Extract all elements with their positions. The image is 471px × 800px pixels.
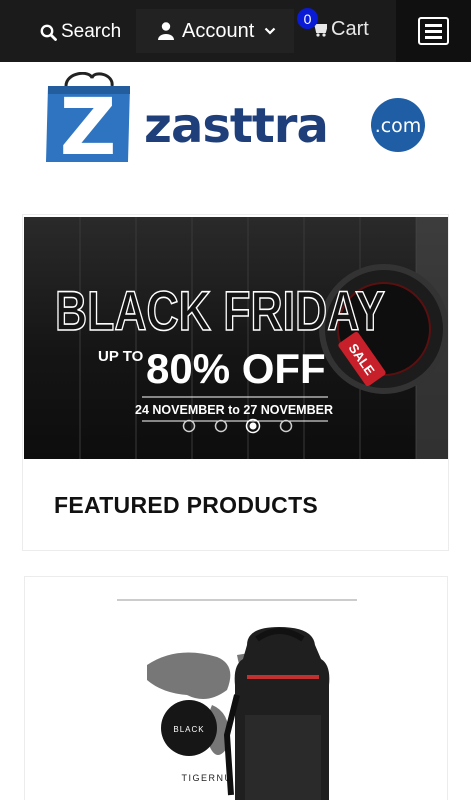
banner-dates: 24 NOVEMBER to 27 NOVEMBER — [135, 403, 333, 417]
banner-headline: BLACK FRIDAY — [55, 279, 385, 342]
product-card[interactable]: BLACK TIGERNU — [24, 576, 448, 800]
user-icon — [158, 22, 174, 40]
menu-toggle-button[interactable] — [396, 0, 471, 62]
account-menu-button[interactable]: Account — [136, 9, 294, 53]
site-logo[interactable]: Z zasttra .com — [46, 72, 430, 164]
logo-com-text: .com — [375, 115, 422, 137]
cart-button[interactable]: Cart — [312, 16, 369, 42]
cart-label: Cart — [331, 17, 369, 40]
banner-upto: UP TO — [98, 348, 144, 365]
top-navigation-bar: Search Account Cart 0 — [0, 0, 471, 62]
logo-brand-text: zasttra — [144, 98, 328, 154]
black-friday-banner[interactable]: BLACK FRIDAY UP TO 80% OFF SALE 24 NOVEM… — [24, 217, 448, 459]
search-label: Search — [61, 21, 122, 42]
featured-products-heading: FEATURED PRODUCTS — [54, 492, 319, 518]
search-button[interactable]: Search — [40, 18, 121, 46]
product-image-backpack[interactable]: BLACK TIGERNU — [117, 595, 357, 800]
menu-icon — [418, 17, 449, 45]
cart-count-badge: 0 — [297, 8, 318, 29]
product-maker-text: TIGERNU — [182, 773, 233, 783]
promo-card: BLACK FRIDAY UP TO 80% OFF SALE 24 NOVEM… — [22, 214, 449, 551]
chevron-down-icon — [264, 27, 276, 35]
banner-discount: 80% OFF — [146, 345, 326, 392]
product-badge-text: BLACK — [173, 725, 204, 734]
search-icon — [40, 24, 57, 41]
account-label: Account — [182, 19, 255, 42]
logo-bag-letter: Z — [60, 83, 117, 164]
